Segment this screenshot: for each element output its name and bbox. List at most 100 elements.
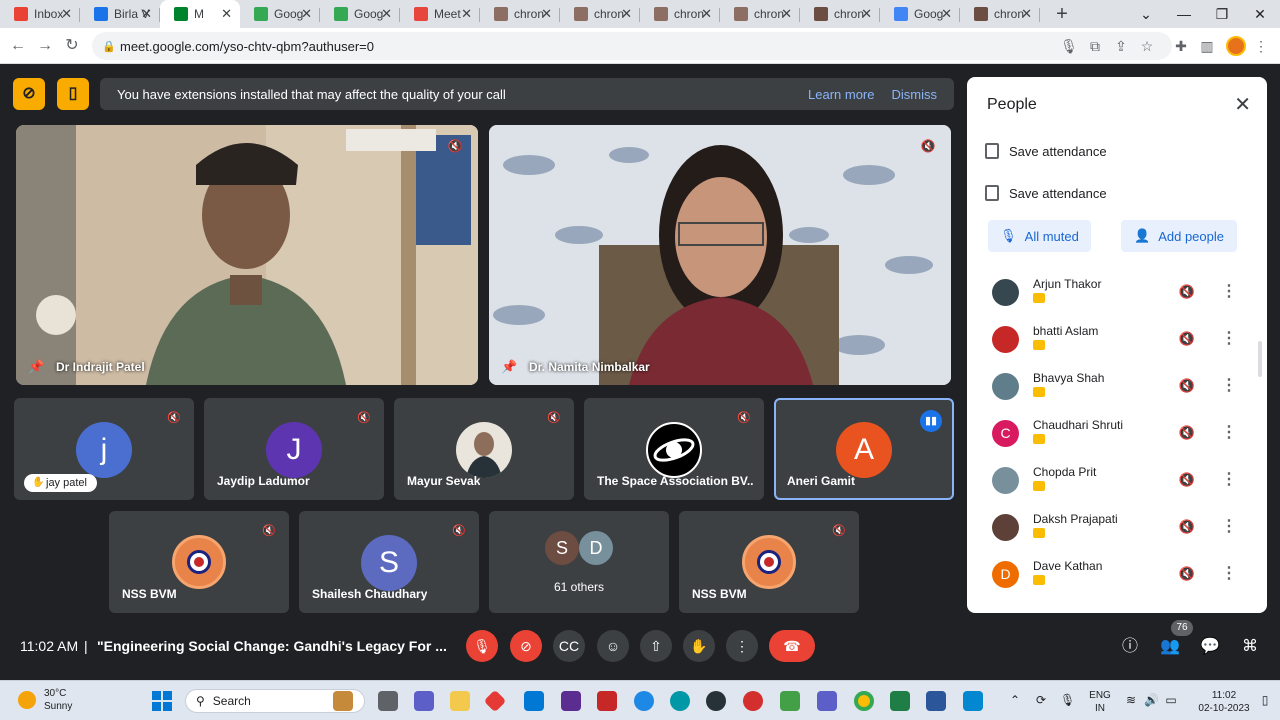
side-panel-icon[interactable]: ▥	[1198, 37, 1216, 55]
windows-start-icon[interactable]	[152, 691, 172, 711]
participant-row[interactable]: Arjun Thakor 🔇 ⋮	[981, 269, 1251, 315]
browser-tab[interactable]: chron ✕	[800, 0, 880, 28]
browser-tab[interactable]: chron ✕	[480, 0, 560, 28]
participant-row[interactable]: bhatti Aslam 🔇 ⋮	[981, 316, 1251, 362]
more-vert-icon[interactable]: ⋮	[1221, 376, 1237, 396]
wifi-icon[interactable]: ≋	[1124, 693, 1138, 707]
pinned-app-icon[interactable]	[963, 691, 983, 711]
microphone-icon[interactable]: 🎙	[1060, 37, 1078, 55]
more-vert-icon[interactable]: ⋮	[1221, 423, 1237, 443]
present-button[interactable]: ⇧	[640, 630, 672, 662]
video-tile-main-1[interactable]: 🔇 📌 Dr Indrajit Patel	[16, 125, 478, 385]
tab-close-icon[interactable]: ✕	[941, 7, 952, 21]
raise-hand-button[interactable]: ✋	[683, 630, 715, 662]
file-explorer-icon[interactable]	[450, 691, 470, 711]
extensions-icon[interactable]: ✚	[1172, 37, 1190, 55]
vpn-icon[interactable]	[561, 691, 581, 711]
browser-icon[interactable]	[670, 691, 690, 711]
browser-tab[interactable]: Goog ✕	[320, 0, 400, 28]
people-icon[interactable]: 👥	[1159, 636, 1181, 658]
opera-icon[interactable]	[743, 691, 763, 711]
microphone-icon[interactable]: 🎙	[1060, 693, 1075, 707]
menu-kebab-icon[interactable]: ⋮	[1252, 37, 1270, 55]
browser-tab[interactable]: Goog ✕	[880, 0, 960, 28]
all-muted-button[interactable]: 🎙 All muted	[988, 220, 1091, 252]
mic-off-icon[interactable]: 🔇	[1178, 518, 1196, 536]
close-icon[interactable]: ✕	[1234, 95, 1251, 115]
browser-tab[interactable]: Birla V ✕	[80, 0, 160, 28]
security-icon[interactable]	[597, 691, 617, 711]
maximize-icon[interactable]: ❐	[1203, 0, 1241, 28]
forward-icon[interactable]: →	[35, 36, 55, 56]
others-tile[interactable]: S D 61 others	[489, 511, 669, 613]
show-hidden-icons-icon[interactable]: ⌃	[1008, 693, 1022, 707]
tab-close-icon[interactable]: ✕	[221, 7, 232, 21]
open-external-icon[interactable]: ⧉	[1086, 37, 1104, 55]
dismiss-link[interactable]: Dismiss	[892, 87, 938, 102]
participant-row[interactable]: C Chaudhari Shruti 🔇 ⋮	[981, 410, 1251, 456]
volume-icon[interactable]: 🔊	[1144, 693, 1159, 707]
learn-more-link[interactable]: Learn more	[808, 87, 874, 102]
participant-row[interactable]: Chopda Prit 🔇 ⋮	[981, 457, 1251, 503]
store-icon[interactable]	[524, 691, 544, 711]
tab-close-icon[interactable]: ✕	[381, 7, 392, 21]
leave-call-button[interactable]: ☎	[769, 630, 815, 662]
add-people-button[interactable]: 👤 Add people	[1121, 220, 1237, 252]
bookmark-star-icon[interactable]: ☆	[1138, 37, 1156, 55]
reload-icon[interactable]: ↻	[62, 36, 82, 56]
extension-warning-icon[interactable]: ⊘	[13, 78, 45, 110]
teams-chat-icon[interactable]	[414, 691, 434, 711]
browser-tab[interactable]: M ✕	[160, 0, 240, 28]
meeting-info-icon[interactable]: ⓘ	[1119, 636, 1141, 658]
tab-close-icon[interactable]: ✕	[1021, 7, 1032, 21]
participant-tile[interactable]: 🔇 The Space Association BV...	[584, 398, 764, 500]
participant-tile[interactable]: S 🔇 Shailesh Chaudhary	[299, 511, 479, 613]
notifications-icon[interactable]: ▯	[1258, 693, 1272, 707]
pinned-app-icon[interactable]	[483, 689, 507, 713]
wordpress-icon[interactable]	[706, 691, 726, 711]
mic-off-icon[interactable]: 🔇	[1178, 330, 1196, 348]
more-vert-icon[interactable]: ⋮	[1221, 282, 1237, 302]
browser-tab[interactable]: Goog ✕	[240, 0, 320, 28]
more-vert-icon[interactable]: ⋮	[1221, 564, 1237, 584]
excel-icon[interactable]	[890, 691, 910, 711]
minimize-icon[interactable]: —	[1165, 0, 1203, 28]
tab-close-icon[interactable]: ✕	[621, 7, 632, 21]
tab-close-icon[interactable]: ✕	[861, 7, 872, 21]
tab-close-icon[interactable]: ✕	[701, 7, 712, 21]
participant-row[interactable]: D Dave Kathan 🔇 ⋮	[981, 551, 1251, 597]
tab-close-icon[interactable]: ✕	[301, 7, 312, 21]
mic-off-icon[interactable]: 🔇	[1178, 424, 1196, 442]
browser-tab[interactable]: chron ✕	[560, 0, 640, 28]
participant-row[interactable]: Daksh Prajapati 🔇 ⋮	[981, 504, 1251, 550]
save-attendance-button[interactable]: Save attendance	[985, 183, 1107, 203]
tab-close-icon[interactable]: ✕	[541, 7, 552, 21]
battery-icon[interactable]: ▭	[1164, 693, 1178, 707]
sync-icon[interactable]: ⟳	[1034, 693, 1048, 707]
captions-button[interactable]: CC	[553, 630, 585, 662]
pin-icon[interactable]: 📌	[501, 359, 517, 375]
people-list-scrollbar[interactable]	[1258, 341, 1262, 377]
tab-search-chevron-icon[interactable]: ⌄	[1127, 0, 1165, 28]
more-vert-icon[interactable]: ⋮	[1221, 517, 1237, 537]
participant-tile-speaking[interactable]: A ▮▮ Aneri Gamit	[774, 398, 954, 500]
mic-off-icon[interactable]: 🔇	[1178, 283, 1196, 301]
participant-tile[interactable]: 🔇 NSS BVM	[109, 511, 289, 613]
participant-row[interactable]: Bhavya Shah 🔇 ⋮	[981, 363, 1251, 409]
more-vert-icon[interactable]: ⋮	[1221, 329, 1237, 349]
reactions-button[interactable]: ☺	[597, 630, 629, 662]
tab-close-icon[interactable]: ✕	[61, 7, 72, 21]
tab-close-icon[interactable]: ✕	[461, 7, 472, 21]
video-tile-main-2[interactable]: 🔇 📌 Dr. Namita Nimbalkar	[489, 125, 951, 385]
profile-avatar[interactable]	[1226, 36, 1246, 56]
browser-tab[interactable]: chron ✕	[640, 0, 720, 28]
browser-tab[interactable]: Meet ✕	[400, 0, 480, 28]
participant-tile[interactable]: J 🔇 Jaydip Ladumor	[204, 398, 384, 500]
pin-icon[interactable]: 📌	[28, 359, 44, 375]
task-view-icon[interactable]	[378, 691, 398, 711]
participant-tile[interactable]: 🔇 NSS BVM	[679, 511, 859, 613]
mic-toggle-button[interactable]: 🎙	[466, 630, 498, 662]
window-close-icon[interactable]: ✕	[1241, 0, 1279, 28]
browser-tab[interactable]: chron ✕	[720, 0, 800, 28]
chrome-icon[interactable]	[854, 691, 874, 711]
